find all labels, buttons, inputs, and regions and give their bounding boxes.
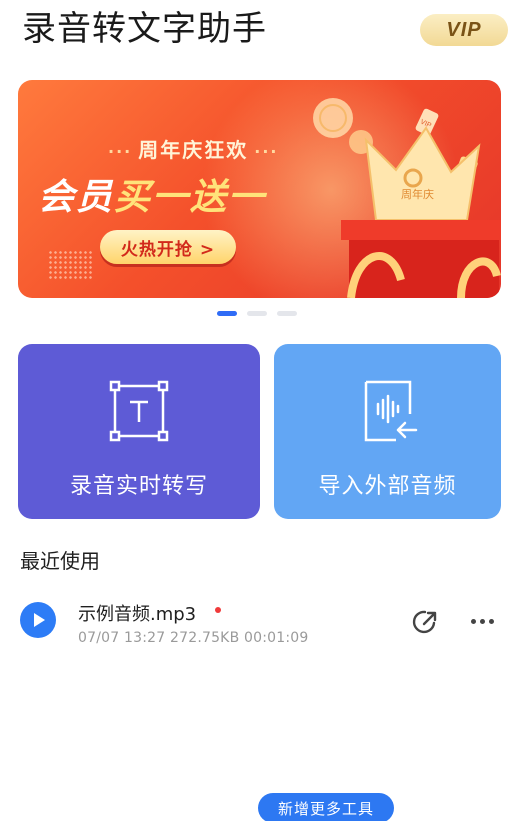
new-dot-badge bbox=[215, 607, 221, 613]
play-icon[interactable] bbox=[20, 602, 56, 638]
gift-lid-icon bbox=[341, 220, 501, 240]
banner-headline: 会员买一送一 bbox=[38, 168, 266, 220]
page-title: 录音转文字助手 bbox=[22, 9, 267, 49]
carousel-indicator bbox=[217, 311, 297, 316]
audio-import-icon bbox=[364, 380, 417, 442]
vip-badge[interactable]: VIP bbox=[420, 14, 508, 46]
add-more-tools-button[interactable]: 新增更多工具 bbox=[258, 793, 394, 821]
file-name: 示例音频.mp3 bbox=[78, 604, 197, 625]
import-audio-label: 导入外部音频 bbox=[318, 474, 457, 499]
crown-text: 周年庆 bbox=[401, 187, 434, 201]
gift-crown-illustration: VIP 周年庆 bbox=[313, 98, 501, 298]
file-duration: 00:01:09 bbox=[244, 630, 309, 646]
app-header: 录音转文字助手 VIP bbox=[22, 6, 508, 54]
banner-dot-pattern bbox=[48, 250, 92, 280]
import-audio-card[interactable]: 导入外部音频 bbox=[274, 344, 501, 519]
banner-headline-yellow: 买一送一 bbox=[114, 177, 267, 218]
file-date: 07/07 13:27 bbox=[78, 630, 166, 646]
crown-icon bbox=[364, 126, 481, 221]
more-dots-icon[interactable] bbox=[467, 606, 497, 636]
share-arrow-icon[interactable] bbox=[410, 606, 442, 638]
banner-headline-white: 会员 bbox=[38, 177, 115, 218]
text-frame-icon bbox=[109, 380, 169, 442]
carousel-dot[interactable] bbox=[247, 311, 267, 316]
banner-subtitle-text: 周年庆狂欢 bbox=[138, 138, 249, 162]
left-deco-icon: ··· bbox=[108, 142, 133, 161]
carousel-dot[interactable] bbox=[217, 311, 237, 316]
recent-section-title: 最近使用 bbox=[20, 549, 100, 573]
list-item[interactable]: 示例音频.mp3 07/07 13:27 272.75KB 00:01:09 bbox=[18, 598, 503, 656]
banner-cta-button[interactable]: 火热开抢 > bbox=[100, 230, 236, 264]
file-meta: 07/07 13:27 272.75KB 00:01:09 bbox=[78, 630, 309, 646]
file-size: 272.75KB bbox=[170, 630, 240, 646]
carousel-dot[interactable] bbox=[277, 311, 297, 316]
promo-banner[interactable]: ··· 周年庆狂欢 ··· 会员买一送一 火热开抢 > VIP 周年庆 bbox=[18, 80, 501, 298]
banner-subtitle: ··· 周年庆狂欢 ··· bbox=[102, 134, 284, 163]
record-transcribe-card[interactable]: 录音实时转写 bbox=[18, 344, 260, 519]
record-transcribe-label: 录音实时转写 bbox=[69, 474, 208, 499]
